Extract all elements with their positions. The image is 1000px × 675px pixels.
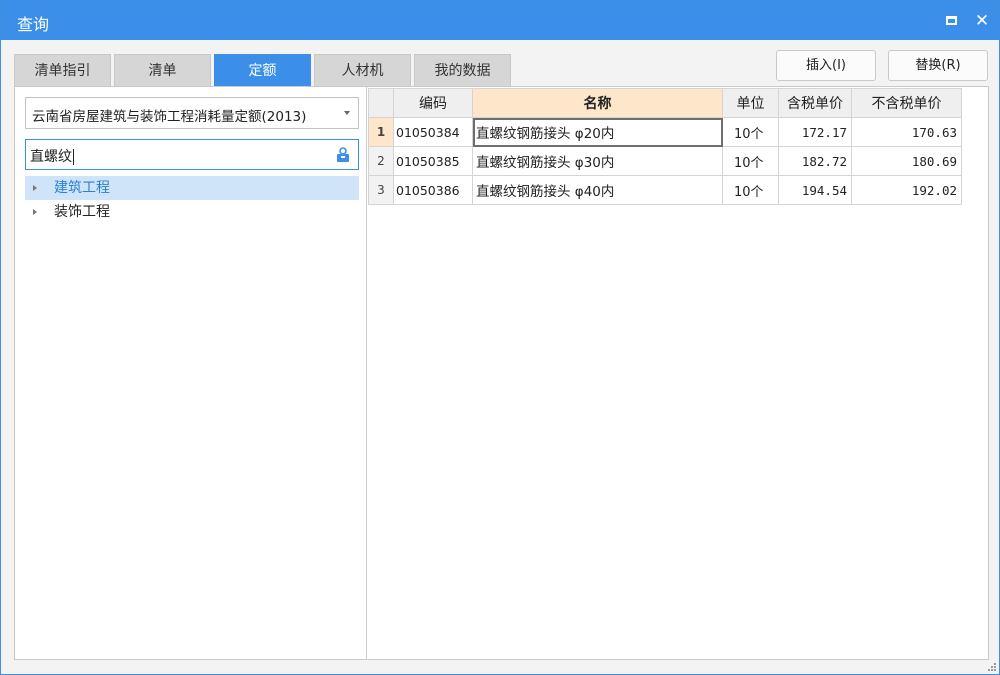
search-icon[interactable] <box>335 146 351 164</box>
cell-code[interactable]: 01050385 <box>393 146 473 176</box>
maximize-icon <box>945 15 957 25</box>
category-tree: 建筑工程 装饰工程 <box>25 176 359 224</box>
quota-results-table: 编码 名称 单位 含税单价 不含税单价 1 01050384 直螺纹钢筋接头 φ… <box>368 88 962 205</box>
search-input[interactable]: 直螺纹 <box>25 139 359 170</box>
cell-code[interactable]: 01050386 <box>393 175 473 205</box>
cell-price-tax[interactable]: 194.54 <box>778 175 852 205</box>
cell-price-notax[interactable]: 180.69 <box>851 146 962 176</box>
tree-item-label: 装饰工程 <box>54 204 110 220</box>
table-row[interactable]: 1 01050384 直螺纹钢筋接头 φ20内 10个 172.17 170.6… <box>368 117 962 147</box>
left-pane: 云南省房屋建筑与装饰工程消耗量定额(2013) 直螺纹 建筑工程 装饰工程 <box>15 87 367 659</box>
tab-list-guide[interactable]: 清单指引 <box>14 54 111 86</box>
cell-price-tax[interactable]: 172.17 <box>778 117 852 147</box>
column-header-unit[interactable]: 单位 <box>722 88 779 118</box>
insert-button[interactable]: 插入(I) <box>776 50 876 81</box>
row-number[interactable]: 3 <box>368 175 394 205</box>
cell-unit[interactable]: 10个 <box>722 117 779 147</box>
column-header-name[interactable]: 名称 <box>472 88 723 118</box>
table-row[interactable]: 3 01050386 直螺纹钢筋接头 φ40内 10个 194.54 192.0… <box>368 175 962 205</box>
tab-my-data[interactable]: 我的数据 <box>414 54 511 86</box>
cell-name[interactable]: 直螺纹钢筋接头 φ30内 <box>472 146 723 176</box>
chevron-down-icon <box>344 111 350 115</box>
column-header-price-tax[interactable]: 含税单价 <box>778 88 852 118</box>
cell-name[interactable]: 直螺纹钢筋接头 φ20内 <box>472 117 723 147</box>
content-panel: 云南省房屋建筑与装饰工程消耗量定额(2013) 直螺纹 建筑工程 装饰工程 编码… <box>14 86 989 660</box>
tab-quota[interactable]: 定额 <box>214 54 311 86</box>
quota-library-select[interactable]: 云南省房屋建筑与装饰工程消耗量定额(2013) <box>25 97 359 129</box>
title-bar[interactable]: 查询 ✕ <box>1 1 999 40</box>
table-row[interactable]: 2 01050385 直螺纹钢筋接头 φ30内 10个 182.72 180.6… <box>368 146 962 176</box>
tree-item-building[interactable]: 建筑工程 <box>25 176 359 200</box>
window-title: 查询 <box>17 15 50 34</box>
expand-arrow-icon[interactable] <box>33 185 37 191</box>
quota-library-value: 云南省房屋建筑与装饰工程消耗量定额(2013) <box>32 109 307 125</box>
column-header-price-notax[interactable]: 不含税单价 <box>851 88 962 118</box>
query-dialog: 查询 ✕ 清单指引 清单 定额 人材机 我的数据 插入(I) 替换(R) 云南省… <box>0 0 1000 675</box>
cell-price-notax[interactable]: 192.02 <box>851 175 962 205</box>
close-button[interactable]: ✕ <box>971 10 993 32</box>
maximize-button[interactable] <box>940 10 962 32</box>
replace-button[interactable]: 替换(R) <box>888 50 988 81</box>
cell-unit[interactable]: 10个 <box>722 175 779 205</box>
search-input-value: 直螺纹 <box>30 149 74 165</box>
resize-grip-icon[interactable] <box>988 663 996 671</box>
tree-item-decoration[interactable]: 装饰工程 <box>25 200 359 224</box>
row-number-header <box>368 88 394 118</box>
cell-code[interactable]: 01050384 <box>393 117 473 147</box>
expand-arrow-icon[interactable] <box>33 209 37 215</box>
column-header-code[interactable]: 编码 <box>393 88 473 118</box>
row-number[interactable]: 2 <box>368 146 394 176</box>
tab-labor-material-machine[interactable]: 人材机 <box>314 54 411 86</box>
cell-unit[interactable]: 10个 <box>722 146 779 176</box>
cell-name[interactable]: 直螺纹钢筋接头 φ40内 <box>472 175 723 205</box>
tab-list[interactable]: 清单 <box>114 54 211 86</box>
tree-item-label: 建筑工程 <box>54 180 110 196</box>
row-number[interactable]: 1 <box>368 117 394 147</box>
cell-price-notax[interactable]: 170.63 <box>851 117 962 147</box>
cell-price-tax[interactable]: 182.72 <box>778 146 852 176</box>
